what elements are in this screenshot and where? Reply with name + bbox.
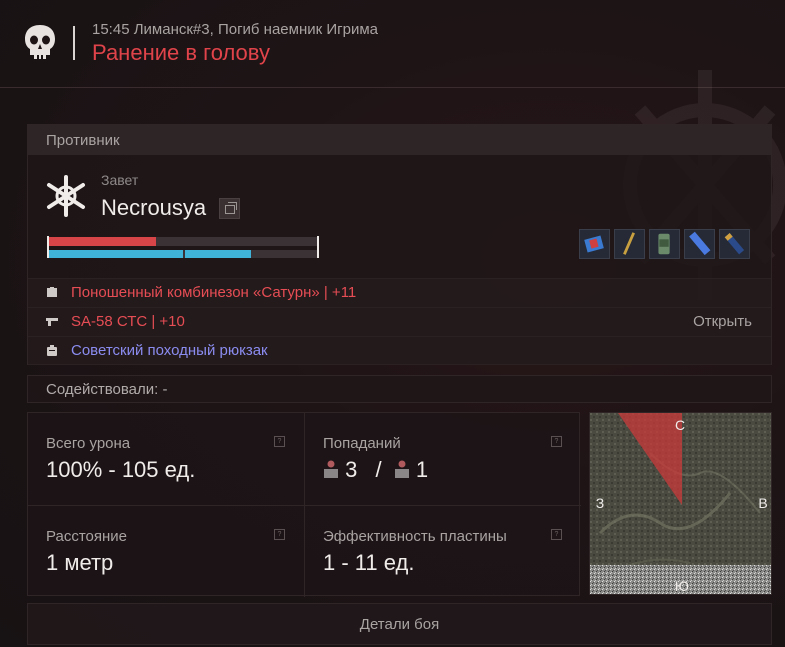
assist-text: Содействовали: - (46, 381, 168, 398)
total-damage-value: 100% - 105 ед. (46, 457, 196, 482)
armor-bar-fill-segment (185, 250, 251, 258)
armor-bar-fill (47, 250, 183, 258)
open-weapon-button[interactable]: Открыть (693, 313, 752, 330)
help-icon[interactable]: ? (551, 436, 562, 447)
stat-total-damage: Всего урона 100% - 105 ед. ? (28, 413, 304, 505)
skull-icon (25, 25, 55, 59)
medkit-item-icon[interactable] (579, 229, 610, 259)
bar-start-tick (47, 236, 49, 258)
suit-icon (47, 287, 57, 297)
stat-plate-efficiency: Эффективность пластины 1 - 11 ед. ? (305, 506, 581, 598)
event-title: Ранение в голову (92, 40, 270, 65)
equipment-backpack-label[interactable]: Советский походный рюкзак (71, 342, 268, 359)
battle-details-button[interactable]: Детали боя (27, 603, 772, 645)
minimap-image: С З В Ю (590, 413, 771, 594)
plate-efficiency-label: Эффективность пластины (323, 528, 507, 545)
enemy-section-header: Противник (28, 125, 771, 155)
plate-efficiency-value: 1 - 11 ед. (323, 550, 415, 575)
equipment-weapon-label[interactable]: SA-58 СТС | +10 (71, 313, 185, 330)
equipment-row-backpack[interactable]: Советский походный рюкзак (28, 336, 771, 365)
distance-label: Расстояние (46, 528, 128, 545)
map-east-label: В (758, 495, 767, 511)
battle-details-label: Детали боя (359, 616, 440, 633)
enemy-faction: Завет (101, 172, 139, 188)
help-icon[interactable]: ? (274, 436, 285, 447)
hits-count-a: 3 (345, 457, 358, 482)
equipment-row-suit[interactable]: Поношенный комбинезон «Сатурн» | +11 (28, 278, 771, 307)
assist-panel: Содействовали: - (27, 375, 772, 403)
event-meta: 15:45 Лиманск#3, Погиб наемник Игрима (92, 21, 378, 38)
battery-item-icon[interactable] (684, 229, 715, 259)
backpack-icon (47, 345, 57, 356)
bar-end-tick (317, 236, 319, 258)
enemy-section-label: Противник (46, 132, 120, 149)
enemy-nickname: Necrousya (101, 195, 207, 220)
self-hit-person-icon (394, 460, 409, 478)
hits-separator: / (375, 457, 382, 482)
help-icon[interactable]: ? (551, 529, 562, 540)
distance-value: 1 метр (46, 550, 114, 575)
map-north-label: С (675, 417, 685, 433)
can-item-icon[interactable] (649, 229, 680, 259)
equipment-suit-label[interactable]: Поношенный комбинезон «Сатурн» | +11 (71, 284, 356, 301)
stat-hits: Попаданий 3 / 1 ? (305, 413, 581, 505)
tube-item-icon[interactable] (719, 229, 750, 259)
rifle-icon (46, 318, 58, 326)
header-divider (73, 26, 75, 60)
copy-icon (225, 202, 237, 214)
enemy-hit-person-icon (324, 460, 338, 478)
health-bar-fill (47, 237, 156, 246)
hits-label: Попаданий (323, 435, 401, 452)
help-icon[interactable]: ? (274, 529, 285, 540)
faction-emblem-icon (47, 175, 85, 217)
enemy-panel: Противник Завет Necrousya Поношенный ком… (27, 124, 772, 365)
hits-value: 3 / 1 (323, 457, 428, 483)
stick-item-icon[interactable] (614, 229, 645, 259)
stat-distance: Расстояние 1 метр ? (28, 506, 304, 598)
stats-panel: Всего урона 100% - 105 ед. ? Попаданий 3… (27, 412, 581, 598)
hits-count-b: 1 (415, 457, 429, 482)
map-west-label: З (596, 495, 604, 511)
copy-nickname-button[interactable] (219, 198, 240, 219)
status-bars (47, 236, 319, 259)
minimap[interactable]: С З В Ю (589, 412, 772, 595)
equipment-row-weapon[interactable]: SA-58 СТС | +10 Открыть (28, 307, 771, 336)
total-damage-label: Всего урона (46, 435, 131, 452)
map-south-label: Ю (675, 578, 689, 594)
